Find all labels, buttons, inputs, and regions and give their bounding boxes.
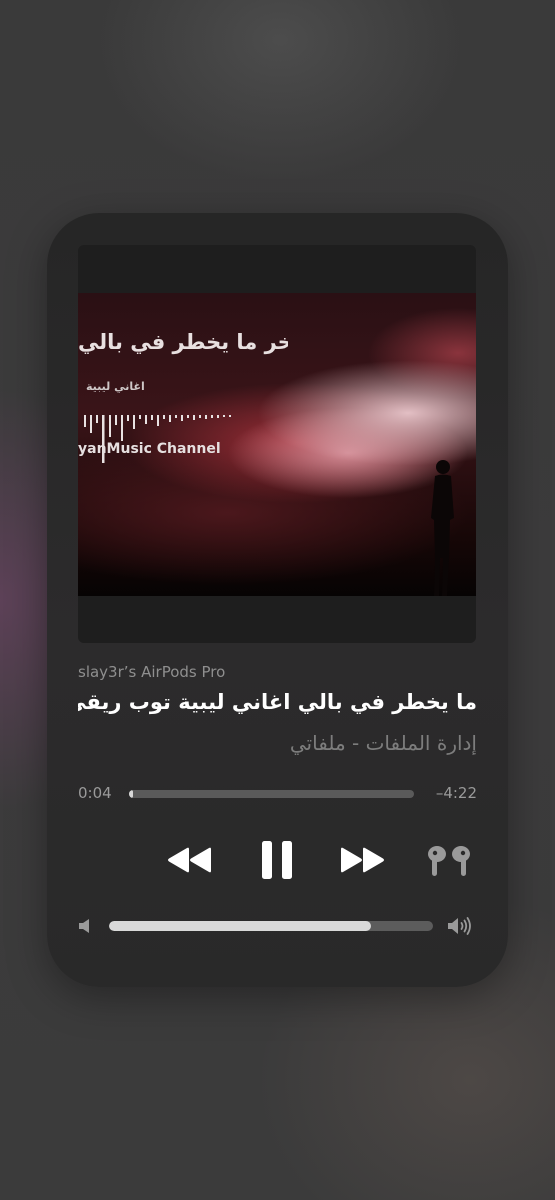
song-subtitle: إدارة الملفات - ملفاتي [289, 731, 477, 755]
rewind-icon [168, 847, 211, 873]
rewind-button[interactable] [165, 838, 215, 882]
audio-output-button[interactable] [425, 841, 473, 881]
person-silhouette [431, 460, 454, 596]
pause-button[interactable] [252, 835, 302, 885]
song-title: ما يخطر في بالي اغاني ليبية توب ريقي [78, 690, 477, 714]
progress-scrubber[interactable] [129, 790, 414, 798]
remaining-time: –4:22 [435, 784, 477, 802]
volume-low-button [78, 913, 98, 939]
volume-high-button [447, 913, 479, 939]
fast-forward-icon [341, 847, 384, 873]
now-playing-card: اخر ما يخطر في بالي اغاني ليبية yanMusic… [47, 213, 508, 987]
artwork-image: اخر ما يخطر في بالي اغاني ليبية yanMusic… [78, 293, 476, 596]
artwork-title-area: اخر ما يخطر في بالي [78, 293, 288, 383]
elapsed-time: 0:04 [78, 784, 112, 802]
volume-fill [109, 921, 372, 931]
speaker-high-icon [448, 917, 471, 935]
artwork-channel-name: yanMusic Channel [78, 441, 221, 457]
album-artwork: اخر ما يخطر في بالي اغاني ليبية yanMusic… [78, 245, 476, 643]
airpods-pro-icon [428, 846, 470, 876]
progress-fill [129, 790, 134, 798]
volume-slider[interactable] [109, 921, 433, 931]
speaker-low-icon [79, 919, 89, 933]
artwork-overlay-title: اخر ما يخطر في بالي [78, 330, 288, 354]
fast-forward-button[interactable] [337, 838, 387, 882]
audio-output-route[interactable]: slay3r’s AirPods Pro [78, 663, 225, 681]
pause-icon [262, 841, 292, 879]
artwork-overlay-subtitle: اغاني ليبية [86, 380, 145, 393]
